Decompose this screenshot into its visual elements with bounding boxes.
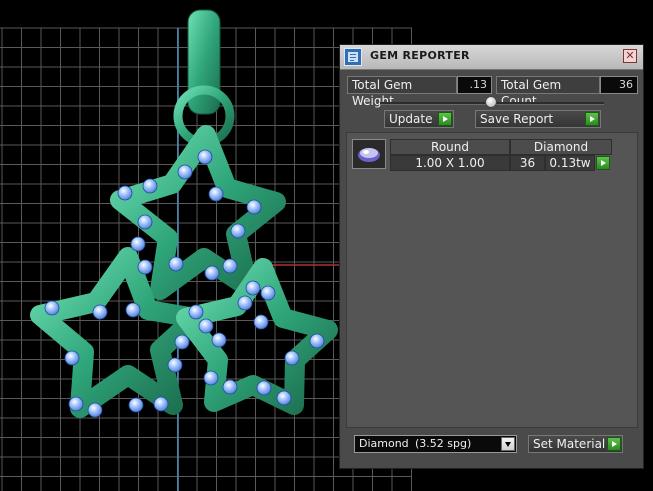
play-arrow-icon	[596, 156, 610, 170]
update-button-label: Update	[389, 112, 433, 126]
round-gem	[246, 199, 262, 215]
round-gem	[256, 380, 272, 396]
play-arrow-icon	[438, 112, 452, 126]
total-gem-weight-label: Total Gem Weight	[347, 76, 457, 108]
round-gem	[125, 302, 141, 318]
set-material-button-label: Set Material	[533, 437, 606, 451]
collapse-knob[interactable]	[485, 96, 497, 108]
round-gem	[168, 256, 184, 272]
total-gem-count-label: Total Gem Count	[496, 76, 600, 108]
round-gem	[137, 214, 153, 230]
save-report-button-label: Save Report	[480, 112, 554, 126]
gem-list[interactable]: Round Diamond 1.00 X 1.00 36 0.13tw	[346, 132, 638, 428]
gem-count-cell: 36	[510, 155, 545, 171]
round-gem	[68, 396, 84, 412]
round-gem	[211, 332, 227, 348]
round-gem	[142, 178, 158, 194]
gem-size-cell: 1.00 X 1.00	[390, 155, 510, 171]
round-gem	[208, 186, 224, 202]
panel-titlebar[interactable]: GEM REPORTER ✕	[340, 45, 643, 70]
round-gem	[92, 304, 108, 320]
round-gem	[64, 350, 80, 366]
round-gem	[117, 185, 133, 201]
round-gem	[177, 164, 193, 180]
round-gem	[174, 334, 190, 350]
round-gem	[237, 295, 253, 311]
total-gem-count-value: 36	[600, 76, 638, 94]
round-gem	[197, 149, 213, 165]
round-gem	[130, 236, 146, 252]
round-gem	[167, 357, 183, 373]
set-material-button[interactable]: Set Material	[528, 435, 623, 453]
round-gem	[253, 314, 269, 330]
round-gem	[87, 402, 103, 418]
gem-reporter-icon	[344, 48, 362, 66]
round-gem	[188, 304, 204, 320]
update-button[interactable]: Update	[384, 110, 454, 128]
gem-weight-cell: 0.13tw	[545, 155, 595, 171]
round-gem	[128, 397, 144, 413]
play-arrow-icon	[585, 112, 599, 126]
round-gem	[153, 396, 169, 412]
material-select[interactable]: Diamond (3.52 spg)	[354, 435, 517, 453]
round-gem	[276, 390, 292, 406]
gem-reporter-panel: GEM REPORTER ✕ Total Gem Weight .13 Tota…	[339, 44, 644, 469]
total-gem-weight-value: .13	[457, 76, 492, 94]
material-select-name: Diamond	[359, 437, 409, 450]
round-gem	[222, 379, 238, 395]
play-arrow-icon	[607, 437, 621, 451]
round-gem	[137, 259, 153, 275]
round-gem	[230, 223, 246, 239]
column-header-shape: Round	[390, 139, 510, 155]
round-gem	[198, 318, 214, 334]
chevron-down-icon	[501, 437, 515, 451]
round-gem	[284, 350, 300, 366]
round-gem	[245, 280, 261, 296]
pendant-bail	[187, 9, 221, 115]
row-expand-button[interactable]	[595, 155, 612, 171]
round-gem	[203, 370, 219, 386]
round-gem	[222, 258, 238, 274]
round-gem	[260, 285, 276, 301]
panel-title: GEM REPORTER	[370, 49, 470, 62]
round-gem	[44, 300, 60, 316]
save-report-button[interactable]: Save Report	[475, 110, 601, 128]
round-gem	[204, 265, 220, 281]
column-header-material: Diamond	[510, 139, 612, 155]
material-select-spg: (3.52 spg)	[415, 437, 472, 450]
close-icon[interactable]: ✕	[623, 49, 637, 63]
round-gem-icon[interactable]	[352, 139, 386, 169]
round-gem	[309, 333, 325, 349]
